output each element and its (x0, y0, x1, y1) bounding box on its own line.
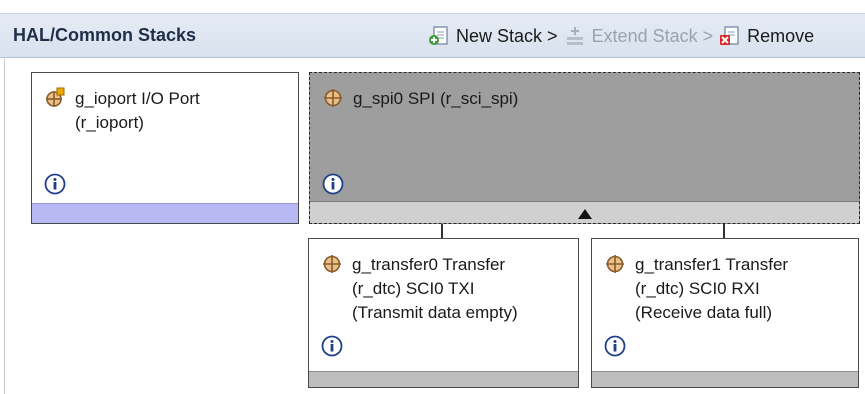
module-transfer0[interactable]: g_transfer0 Transfer (r_dtc) SCI0 TXI (T… (308, 238, 579, 388)
module-ioport-footer (32, 203, 298, 223)
module-spi-footer[interactable] (310, 201, 859, 223)
module-transfer1[interactable]: g_transfer1 Transfer (r_dtc) SCI0 RXI (R… (591, 238, 859, 388)
module-ioport-name: g_ioport I/O Port (75, 89, 200, 108)
remove-icon (720, 26, 739, 45)
module-transfer0-title: g_transfer0 Transfer (r_dtc) SCI0 TXI (T… (321, 253, 518, 325)
module-icon (606, 255, 624, 273)
module-transfer1-title: g_transfer1 Transfer (r_dtc) SCI0 RXI (R… (604, 253, 788, 325)
remove-label: Remove (747, 25, 815, 46)
connector-spi-transfer0 (441, 224, 443, 238)
collapse-arrow-icon[interactable] (577, 209, 592, 219)
stacks-title: HAL/Common Stacks (13, 25, 197, 45)
module-transfer0-driver: (r_dtc) SCI0 TXI (352, 279, 475, 298)
module-transfer1-desc: (Receive data full) (635, 303, 773, 322)
module-transfer1-name: g_transfer1 Transfer (635, 255, 789, 274)
module-ioport-driver: (r_ioport) (75, 113, 144, 132)
module-icon (324, 89, 342, 107)
info-icon[interactable] (321, 335, 343, 357)
stacks-toolbar: New Stack > Extend Stack > Remove (428, 22, 820, 50)
module-transfer0-footer (309, 371, 578, 387)
info-icon[interactable] (44, 173, 66, 195)
module-ioport-title: g_ioport I/O Port (r_ioport) (44, 87, 200, 135)
new-stack-icon (429, 26, 448, 45)
module-transfer1-driver: (r_dtc) SCI0 RXI (635, 279, 760, 298)
module-ioport[interactable]: g_ioport I/O Port (r_ioport) (31, 72, 299, 224)
extend-stack-icon (566, 27, 583, 45)
connector-spi-transfer1 (723, 224, 725, 238)
new-stack-button[interactable]: New Stack > (428, 25, 558, 47)
module-transfer0-desc: (Transmit data empty) (352, 303, 518, 322)
extend-stack-button[interactable]: Extend Stack > (564, 25, 714, 47)
new-stack-label: New Stack > (456, 25, 558, 46)
module-transfer0-name: g_transfer0 Transfer (352, 255, 506, 274)
module-spi[interactable]: g_spi0 SPI (r_sci_spi) (309, 72, 860, 224)
extend-stack-label: Extend Stack > (591, 25, 714, 46)
remove-button[interactable]: Remove (719, 25, 814, 47)
module-spi-title: g_spi0 SPI (r_sci_spi) (322, 87, 518, 111)
stacks-header: HAL/Common Stacks New Stack > Extend Sta… (0, 13, 865, 58)
stacks-canvas: g_ioport I/O Port (r_ioport) g_spi0 SPI … (4, 58, 865, 394)
info-icon[interactable] (322, 173, 344, 195)
module-spi-name: g_spi0 SPI (r_sci_spi) (353, 89, 519, 108)
ioport-module-icon (46, 87, 65, 107)
info-icon[interactable] (604, 335, 626, 357)
module-transfer1-footer (592, 371, 858, 387)
module-icon (323, 255, 341, 273)
